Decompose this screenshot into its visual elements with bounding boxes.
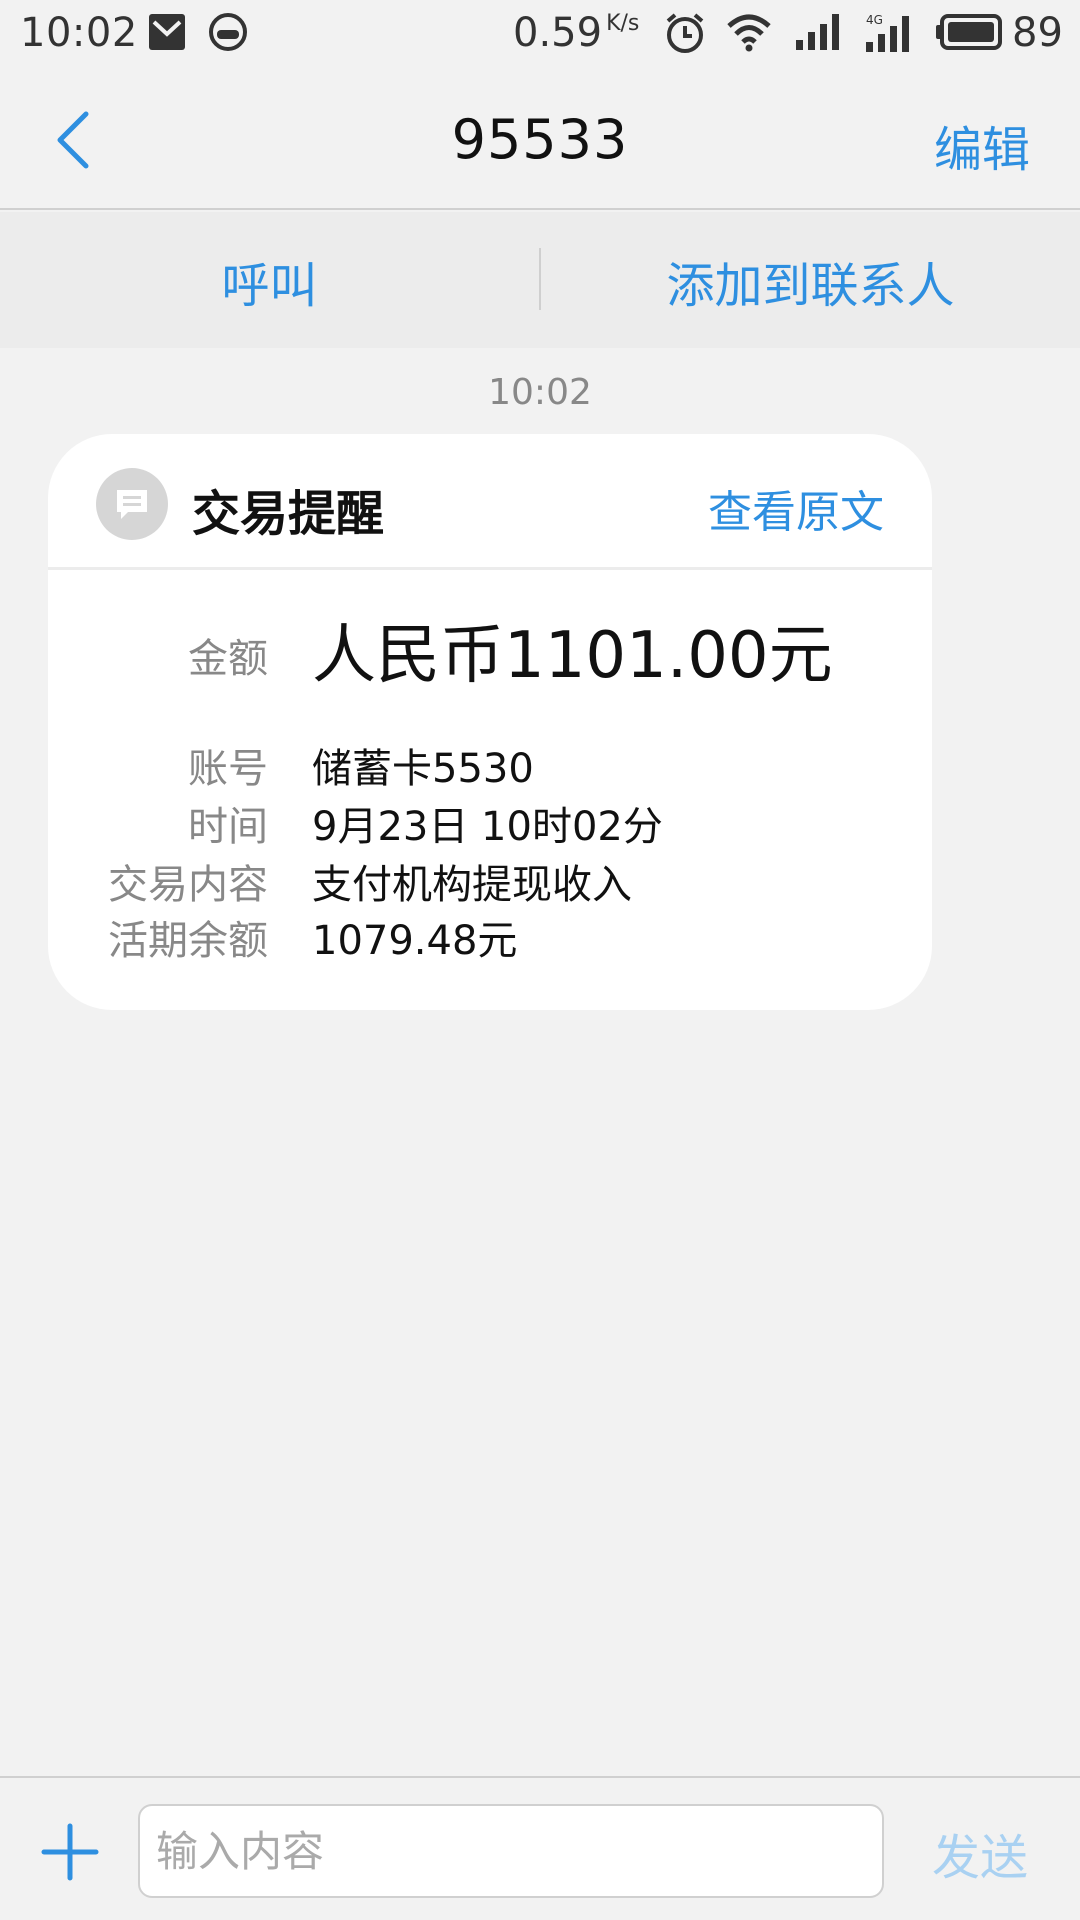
transaction-content-value: 支付机构提现收入 [312,862,632,908]
time-value: 9月23日 10时02分 [312,804,663,850]
app-notification-icon [208,12,248,62]
status-time: 10:02 [20,10,138,56]
contact-action-bar: 呼叫 添加到联系人 [0,212,1080,348]
account-label: 账号 [188,746,268,792]
battery-level: 89 [1012,10,1063,56]
balance-value: 1079.48元 [312,918,518,964]
signal-icon [794,12,842,62]
status-bar: 10:02 0.59 K/s 4G 89 [0,0,1080,68]
balance-label: 活期余额 [108,918,268,964]
network-speed: 0.59 K/s [513,10,640,56]
message-timestamp: 10:02 [488,372,592,413]
page-title: 95533 [451,108,629,171]
alarm-icon [664,12,706,64]
time-label: 时间 [188,804,268,850]
composer-bar: 发送 [0,1776,1080,1920]
navigation-bar: 95533 编辑 [0,68,1080,210]
card-title: 交易提醒 [192,486,385,542]
call-button[interactable]: 呼叫 [0,246,539,316]
message-avatar [96,468,168,540]
message-bubble-icon [117,490,147,519]
svg-text:4G: 4G [866,13,883,27]
transaction-card: 交易提醒 查看原文 金额 人民币1101.00元 账号 储蓄卡5530 时间 9… [48,434,932,1010]
plus-icon [41,1823,99,1881]
wifi-icon [726,12,772,62]
account-value: 储蓄卡5530 [312,746,534,792]
message-input[interactable] [138,1804,884,1898]
signal-4g-icon: 4G [864,12,916,64]
card-header: 交易提醒 查看原文 [48,434,932,570]
view-original-link[interactable]: 查看原文 [708,476,884,540]
attach-button[interactable] [40,1822,100,1882]
mail-notification-icon [148,12,186,62]
battery-icon [934,12,1004,62]
transaction-content-label: 交易内容 [108,862,268,908]
add-to-contacts-button[interactable]: 添加到联系人 [541,246,1080,316]
send-button[interactable]: 发送 [932,1818,1028,1888]
amount-value: 人民币1101.00元 [312,619,833,693]
edit-button[interactable]: 编辑 [934,110,1030,180]
amount-label: 金额 [188,636,268,682]
